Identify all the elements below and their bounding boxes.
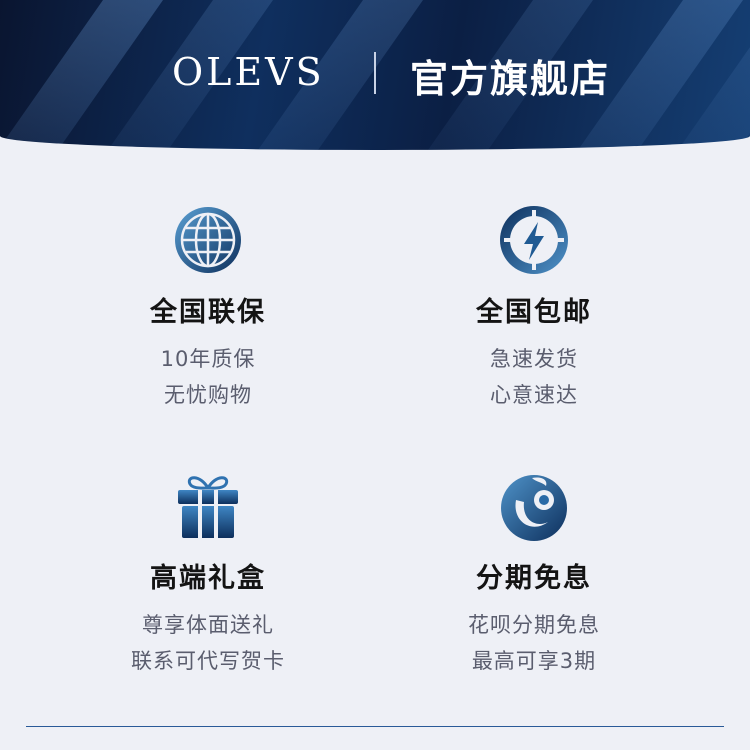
feature-title: 高端礼盒 xyxy=(150,563,266,594)
gift-icon xyxy=(172,470,244,542)
lightning-icon xyxy=(498,204,570,276)
feature-line: 花呗分期免息 xyxy=(468,613,600,637)
feature-title: 全国包邮 xyxy=(476,297,592,328)
feature-installment: 分期免息 花呗分期免息 最高可享3期 xyxy=(384,470,684,679)
brand-logo: OLEVS xyxy=(172,50,325,94)
store-title: 官方旗舰店 xyxy=(410,57,611,101)
feature-title: 分期免息 xyxy=(476,563,592,594)
header-banner: OLEVS 官方旗舰店 xyxy=(0,0,750,150)
feature-line: 急速发货 xyxy=(490,347,578,371)
feature-line: 尊享体面送礼 xyxy=(142,613,274,637)
feature-gift-box: 高端礼盒 尊享体面送礼 联系可代写贺卡 xyxy=(58,470,358,679)
feature-free-shipping: 全国包邮 急速发货 心意速达 xyxy=(384,204,684,413)
globe-icon xyxy=(172,204,244,276)
feature-line: 心意速达 xyxy=(490,383,578,407)
feature-line: 最高可享3期 xyxy=(471,649,597,673)
feature-title: 全国联保 xyxy=(150,297,266,328)
header-divider xyxy=(374,52,376,94)
feature-warranty: 全国联保 10年质保 无忧购物 xyxy=(58,204,358,413)
feature-line: 10年质保 xyxy=(160,347,256,371)
feature-line: 无忧购物 xyxy=(164,383,252,407)
footer-divider xyxy=(26,726,724,727)
feature-line: 联系可代写贺卡 xyxy=(131,649,285,673)
installment-logo-icon xyxy=(498,470,570,542)
